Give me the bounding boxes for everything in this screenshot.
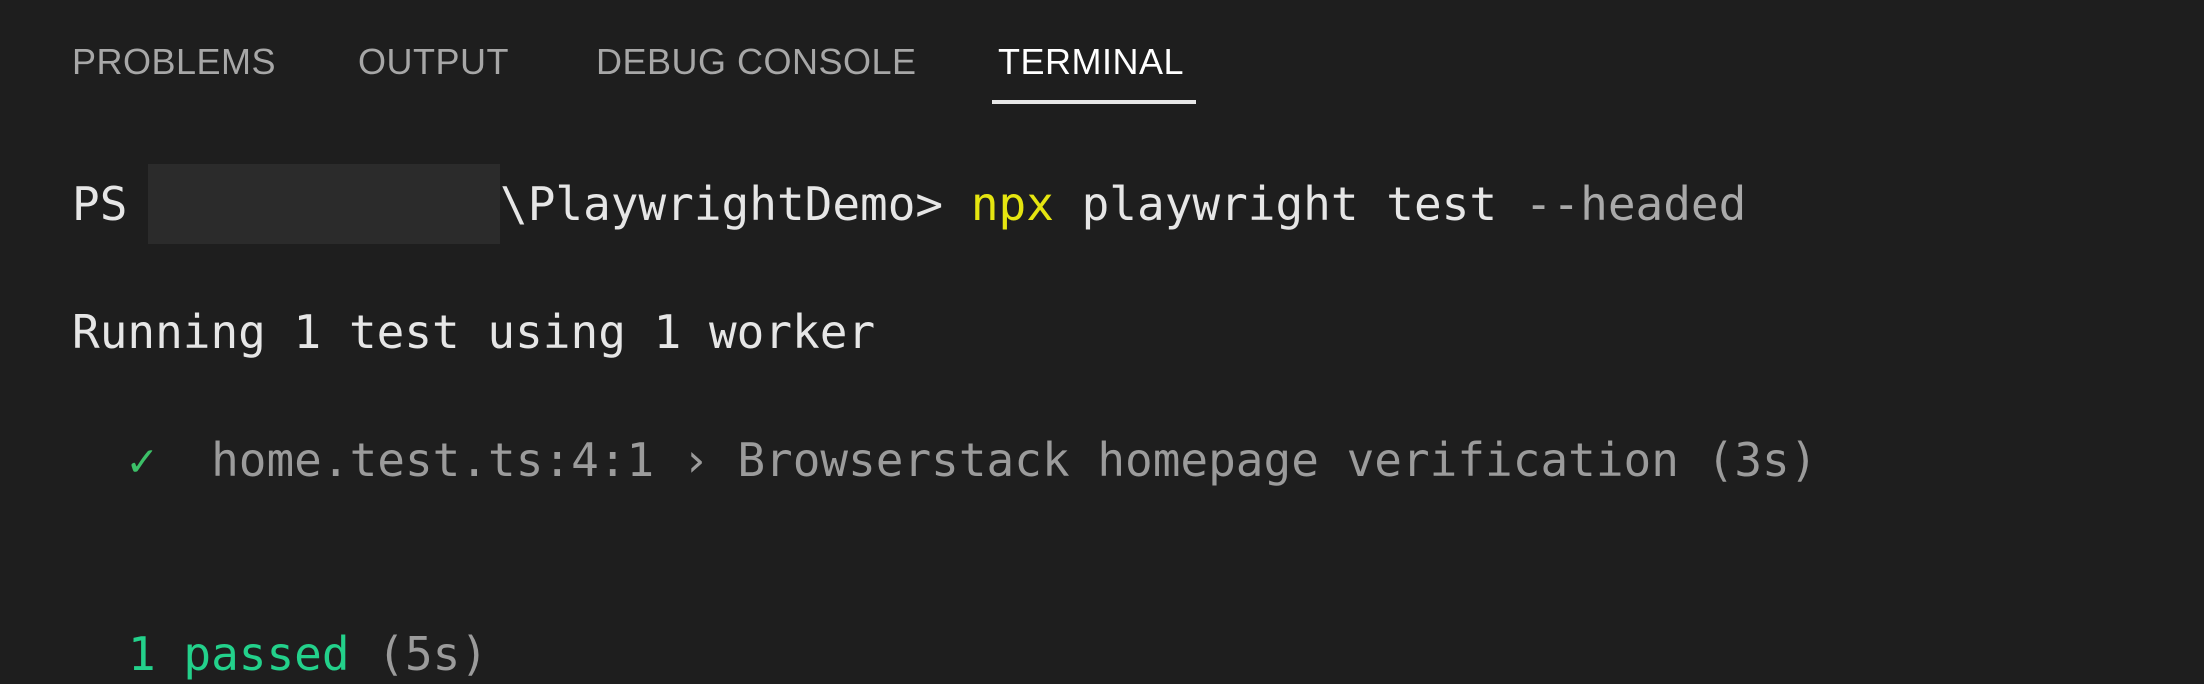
running-line: Running 1 test using 1 worker [72, 305, 876, 359]
tab-problems[interactable]: PROBLEMS [72, 40, 276, 84]
prompt-command-line: \PlaywrightDemo> npx playwright test --h… [500, 174, 1746, 234]
command-args: playwright test [1081, 177, 1498, 231]
total-duration: (5s) [377, 627, 489, 681]
summary-line: 1 passed (5s) [128, 624, 488, 684]
chevron-right-icon: › [681, 433, 710, 487]
test-result-line: ✓ home.test.ts:4:1 › Browserstack homepa… [128, 430, 1817, 490]
panel-tab-bar: PROBLEMS OUTPUT DEBUG CONSOLE TERMINAL [0, 0, 2204, 110]
redacted-path [148, 164, 500, 244]
command-name: npx [970, 177, 1054, 231]
active-tab-indicator [992, 100, 1196, 104]
terminal-output[interactable]: PS \PlaywrightDemo> npx playwright test … [0, 110, 2204, 682]
prompt-path: \PlaywrightDemo> [500, 177, 944, 231]
tab-debug-console[interactable]: DEBUG CONSOLE [596, 40, 917, 84]
test-title: Browserstack homepage verification [737, 433, 1679, 487]
passed-count: 1 passed [128, 627, 350, 681]
test-duration: (3s) [1706, 433, 1818, 487]
test-location: home.test.ts:4:1 [211, 433, 655, 487]
prompt-line: PS [72, 174, 127, 234]
tab-output[interactable]: OUTPUT [358, 40, 509, 84]
command-flag: --headed [1524, 177, 1747, 231]
check-icon: ✓ [128, 433, 156, 487]
prompt-prefix: PS [72, 177, 128, 231]
tab-terminal[interactable]: TERMINAL [998, 40, 1184, 84]
